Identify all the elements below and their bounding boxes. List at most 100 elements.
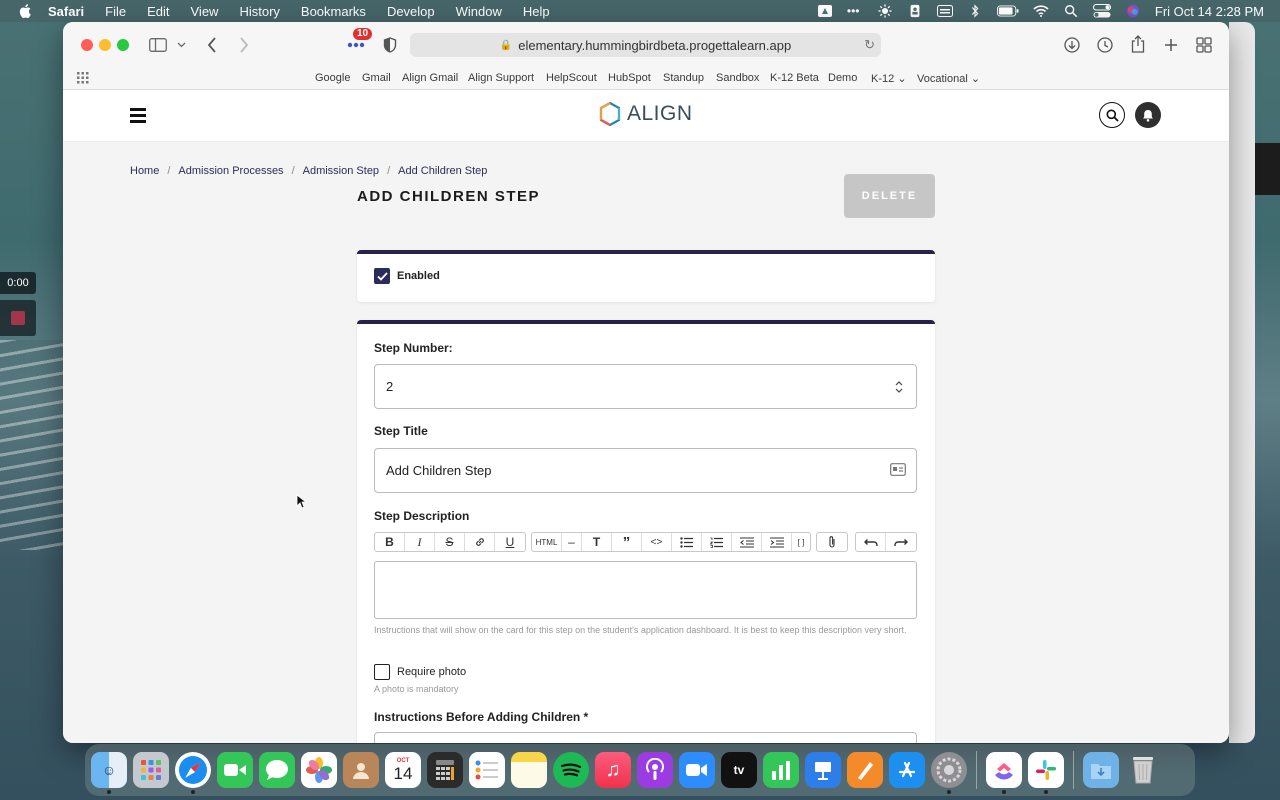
menu-bookmarks[interactable]: Bookmarks <box>301 4 366 19</box>
html-mode-button[interactable]: HTML <box>532 533 562 551</box>
hamburger-menu-icon[interactable] <box>130 108 146 123</box>
calendar-icon[interactable]: OCT 14 <box>385 752 421 788</box>
breadcrumb-home[interactable]: Home <box>130 165 159 177</box>
menu-view[interactable]: View <box>191 4 219 19</box>
bluetooth-icon[interactable] <box>967 4 983 18</box>
favorites-grid-icon[interactable] <box>77 72 89 84</box>
bullet-list-icon[interactable] <box>672 533 702 551</box>
favorite-hubspot[interactable]: HubSpot <box>608 72 651 84</box>
photos-icon[interactable] <box>301 752 337 788</box>
finder-icon[interactable]: ☺ <box>91 752 127 794</box>
address-bar[interactable]: 🔒 elementary.hummingbirdbeta.progettalea… <box>410 33 881 57</box>
menu-app-safari[interactable]: Safari <box>48 4 84 19</box>
siri-icon[interactable] <box>1125 4 1141 18</box>
delete-button[interactable]: DELETE <box>844 174 935 218</box>
stop-recording-button[interactable] <box>0 300 36 336</box>
settings-icon[interactable] <box>931 752 967 794</box>
favorite-demo[interactable]: Demo <box>828 72 857 84</box>
battery-icon[interactable] <box>996 4 1019 18</box>
privacy-shield-icon[interactable] <box>381 36 399 54</box>
reminders-icon[interactable] <box>469 752 505 788</box>
redo-icon[interactable] <box>886 533 916 551</box>
launchpad-icon[interactable] <box>133 752 169 788</box>
breadcrumb-admission-processes[interactable]: Admission Processes <box>178 165 283 177</box>
strikethrough-icon[interactable]: S <box>435 533 465 551</box>
downloads-icon[interactable] <box>1063 36 1081 54</box>
spotlight-icon[interactable] <box>1063 4 1079 18</box>
share-icon[interactable] <box>1129 35 1147 53</box>
favorite-standup[interactable]: Standup <box>663 72 704 84</box>
pages-icon[interactable] <box>847 752 883 788</box>
appstore-icon[interactable] <box>889 752 925 788</box>
require-photo-checkbox[interactable] <box>374 664 390 680</box>
menu-edit[interactable]: Edit <box>147 4 169 19</box>
contacts-icon[interactable] <box>343 752 379 788</box>
zoom-icon[interactable] <box>679 752 715 788</box>
brand-logo[interactable]: ALIGN <box>599 102 693 126</box>
safari-icon[interactable] <box>175 752 211 794</box>
menu-file[interactable]: File <box>105 4 126 19</box>
back-icon[interactable] <box>203 36 221 54</box>
favorite-folder-k12[interactable]: K-12 ⌄ <box>871 72 907 85</box>
favorite-k12-beta[interactable]: K-12 Beta <box>770 72 819 84</box>
appletv-icon[interactable]: tv <box>721 752 757 788</box>
menu-window[interactable]: Window <box>456 4 502 19</box>
notes-icon[interactable] <box>511 752 547 788</box>
step-description-editor[interactable] <box>374 561 917 619</box>
bold-icon[interactable]: B <box>375 533 405 551</box>
brackets-icon[interactable]: [ ] <box>792 533 810 551</box>
menu-develop[interactable]: Develop <box>387 4 435 19</box>
slack-icon[interactable] <box>1028 752 1064 794</box>
undo-icon[interactable] <box>856 533 886 551</box>
attachment-icon[interactable] <box>817 533 847 551</box>
messages-icon[interactable] <box>259 752 295 788</box>
user-status-icon[interactable] <box>907 4 923 18</box>
favorite-folder-vocational[interactable]: Vocational ⌄ <box>917 72 980 85</box>
trash-icon[interactable] <box>1125 752 1161 788</box>
zoom-window-button[interactable] <box>117 39 129 51</box>
wifi-icon[interactable] <box>1033 4 1049 18</box>
number-stepper-icon[interactable] <box>894 378 904 396</box>
step-title-input[interactable]: Add Children Step <box>374 448 917 493</box>
outdent-icon[interactable] <box>732 533 762 551</box>
tab-grid-icon[interactable] <box>1195 36 1213 54</box>
favorite-gmail[interactable]: Gmail <box>362 72 391 84</box>
podcasts-icon[interactable] <box>637 752 673 788</box>
chevron-down-icon[interactable] <box>175 36 187 54</box>
clickup-icon[interactable] <box>986 752 1022 794</box>
underline-icon[interactable]: U <box>495 533 525 551</box>
brightness-icon[interactable] <box>877 4 893 18</box>
favorite-sandbox[interactable]: Sandbox <box>716 72 759 84</box>
code-icon[interactable]: <> <box>642 533 672 551</box>
history-clock-icon[interactable] <box>1096 36 1114 54</box>
minimize-window-button[interactable] <box>99 39 111 51</box>
numbered-list-icon[interactable] <box>702 533 732 551</box>
new-tab-icon[interactable] <box>1162 36 1180 54</box>
quote-icon[interactable]: ” <box>612 533 642 551</box>
facetime-icon[interactable] <box>217 752 253 788</box>
calculator-icon[interactable] <box>427 752 463 788</box>
drive-status-icon[interactable] <box>817 4 833 18</box>
sidebar-toggle-icon[interactable] <box>149 36 167 54</box>
enabled-checkbox[interactable] <box>374 268 390 284</box>
heading-icon[interactable]: T <box>582 533 612 551</box>
forward-icon[interactable] <box>235 36 253 54</box>
link-icon[interactable] <box>465 533 495 551</box>
instructions-before-editor[interactable] <box>374 732 917 743</box>
numbers-icon[interactable] <box>763 752 799 788</box>
favorite-align-gmail[interactable]: Align Gmail <box>402 72 458 84</box>
favorite-google[interactable]: Google <box>315 72 350 84</box>
favorite-helpscout[interactable]: HelpScout <box>546 72 597 84</box>
menubar-clock[interactable]: Fri Oct 14 2:28 PM <box>1155 4 1264 19</box>
horizontal-rule-icon[interactable]: – <box>562 533 582 551</box>
search-button[interactable] <box>1099 102 1125 128</box>
breadcrumb-admission-step[interactable]: Admission Step <box>303 165 379 177</box>
step-number-input[interactable]: 2 <box>374 364 917 409</box>
control-center-icon[interactable] <box>1092 4 1111 18</box>
music-icon[interactable]: ♫ <box>595 752 631 788</box>
menu-history[interactable]: History <box>239 4 279 19</box>
downloads-folder-icon[interactable] <box>1083 752 1119 788</box>
close-window-button[interactable] <box>81 39 93 51</box>
indent-icon[interactable] <box>762 533 792 551</box>
notifications-button[interactable] <box>1135 102 1161 128</box>
